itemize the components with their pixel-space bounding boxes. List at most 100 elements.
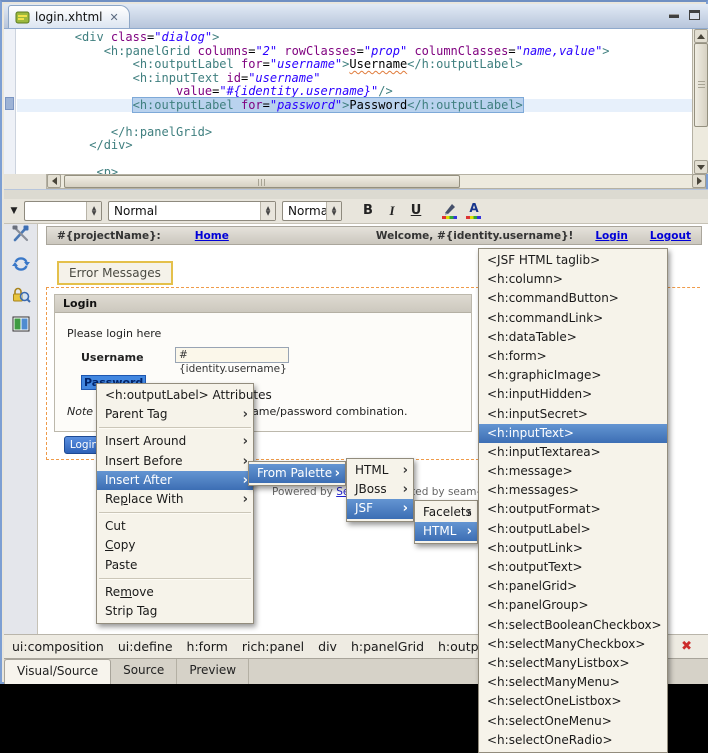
menu-item[interactable]: <h:selectManyCheckbox> xyxy=(479,635,667,654)
menu-item[interactable]: <h:panelGroup> xyxy=(479,596,667,615)
menu-item[interactable]: <h:outputLabel> Attributes xyxy=(97,386,272,405)
close-breadcrumb-icon[interactable]: ✖ xyxy=(681,639,692,654)
font-size-combo[interactable]: Normal ▲ ▼ xyxy=(282,201,342,221)
toolbar-menu-chevron-icon[interactable]: ▼ xyxy=(4,206,24,216)
menu-item[interactable]: <h:commandLink> xyxy=(479,309,667,328)
lock-search-icon[interactable] xyxy=(11,284,31,304)
menu-item[interactable]: <h:outputLink> xyxy=(479,539,667,558)
menu-item[interactable]: <h:selectOneRadio> xyxy=(479,731,667,750)
code-line[interactable]: <h:inputText id="username" xyxy=(17,71,692,86)
menu-item[interactable]: <h:messages> xyxy=(479,481,667,500)
editor-splitter-sash[interactable]: ▲ ▼ xyxy=(4,189,708,207)
menu-item[interactable]: JSF › xyxy=(347,499,413,519)
menu-item[interactable]: JBoss › xyxy=(347,480,413,499)
bold-button[interactable]: B xyxy=(356,201,380,221)
menu-item[interactable]: <h:outputLabel> xyxy=(479,520,667,539)
close-icon[interactable]: ✕ xyxy=(109,11,118,24)
highlight-pen-icon[interactable] xyxy=(438,201,462,221)
combo-stepper-icon[interactable]: ▲ ▼ xyxy=(260,202,275,220)
menu-item[interactable]: <h:message> xyxy=(479,462,667,481)
code-line[interactable]: <h:panelGrid columns="2" rowClasses="pro… xyxy=(17,44,692,59)
italic-button[interactable]: I xyxy=(380,201,404,221)
login-link[interactable]: Login xyxy=(595,230,628,242)
error-messages-placeholder[interactable]: Error Messages xyxy=(57,261,173,285)
menu-item[interactable]: <h:inputHidden> xyxy=(479,385,667,404)
mode-tab-preview[interactable]: Preview xyxy=(177,659,250,684)
menu-item[interactable]: <JSF HTML taglib> xyxy=(479,251,667,270)
menu-item[interactable]: <h:dataTable> xyxy=(479,328,667,347)
menu-item[interactable]: Cut xyxy=(97,517,253,536)
menu-item[interactable]: <h:selectBooleanCheckbox> xyxy=(479,616,667,635)
logout-link[interactable]: Logout xyxy=(650,230,691,242)
paragraph-format-combo[interactable]: Normal ▲ ▼ xyxy=(108,201,276,221)
code-line[interactable]: </div> xyxy=(17,138,692,153)
menu-item[interactable]: Insert Around › xyxy=(97,432,253,451)
menu-item[interactable]: <h:outputFormat> xyxy=(479,500,667,519)
menu-item[interactable]: <h:outputText> xyxy=(479,558,667,577)
menu-item[interactable]: Strip Tag xyxy=(97,602,253,621)
menu-item[interactable]: HTML › xyxy=(347,461,413,480)
menu-item[interactable]: Remove xyxy=(97,583,253,602)
code-line[interactable]: <p> xyxy=(17,165,692,174)
menu-item[interactable]: <h:selectManyMenu> xyxy=(479,673,667,692)
code-line[interactable] xyxy=(17,112,692,126)
code-line-selected[interactable]: <h:outputLabel for="password">Password</… xyxy=(17,96,692,113)
menu-item[interactable]: <h:panelGrid> xyxy=(479,577,667,596)
menu-item[interactable]: Parent Tag › xyxy=(97,405,253,424)
breadcrumb-item[interactable]: ui:composition xyxy=(12,639,104,654)
split-panels-icon[interactable] xyxy=(11,314,31,334)
combo-stepper-icon[interactable]: ▲ ▼ xyxy=(86,202,101,220)
scroll-up-arrow[interactable] xyxy=(694,29,708,43)
menu-item[interactable]: <h:inputSecret> xyxy=(479,405,667,424)
menu-item[interactable]: From Palette › xyxy=(249,464,345,484)
code-line[interactable]: value="#{identity.username}"/> xyxy=(17,84,692,99)
menu-item-label: <h:selectBooleanCheckbox> xyxy=(487,617,662,632)
vertical-scrollbar[interactable] xyxy=(692,29,708,174)
menu-item[interactable]: <h:inputText> xyxy=(479,423,667,443)
breadcrumb-item[interactable]: div xyxy=(318,639,337,654)
scroll-left-arrow[interactable] xyxy=(47,174,61,188)
menu-item[interactable]: <h:selectManyListbox> xyxy=(479,654,667,673)
menu-item[interactable]: <h:form> xyxy=(479,347,667,366)
style-class-combo[interactable]: ▲ ▼ xyxy=(24,201,102,221)
horizontal-scroll-thumb[interactable] xyxy=(64,175,460,188)
mode-tab-visual-source[interactable]: Visual/Source xyxy=(4,659,112,684)
code-line[interactable]: <div class="dialog"> xyxy=(17,30,692,45)
menu-item[interactable]: <h:column> xyxy=(479,270,667,289)
menu-item[interactable]: Insert Before › xyxy=(97,452,253,471)
minimize-icon[interactable] xyxy=(669,15,679,18)
preferences-tools-icon[interactable] xyxy=(11,224,31,244)
menu-item[interactable]: Facelets › xyxy=(415,503,477,522)
menu-item[interactable]: <h:commandButton> xyxy=(479,289,667,308)
code-line[interactable] xyxy=(17,153,692,167)
scroll-right-arrow[interactable] xyxy=(692,174,706,188)
breadcrumb-item[interactable]: ui:define xyxy=(118,639,173,654)
vertical-scroll-thumb[interactable] xyxy=(694,43,708,127)
combo-stepper-icon[interactable]: ▲ ▼ xyxy=(326,202,341,220)
menu-item[interactable]: Replace With › xyxy=(97,490,253,509)
menu-item[interactable]: Paste xyxy=(97,556,253,575)
home-link[interactable]: Home xyxy=(195,230,229,242)
code-line[interactable]: <h:outputLabel for="username">Username</… xyxy=(17,57,692,72)
breadcrumb-item[interactable]: h:panelGrid xyxy=(351,639,424,654)
menu-item[interactable]: Copy xyxy=(97,536,253,555)
mode-tab-source[interactable]: Source xyxy=(111,659,178,684)
breadcrumb-item[interactable]: h:form xyxy=(187,639,228,654)
tab-login-xhtml[interactable]: login.xhtml ✕ xyxy=(8,5,130,28)
scroll-down-arrow[interactable] xyxy=(694,160,708,174)
source-code[interactable]: <div class="dialog"> <h:panelGrid column… xyxy=(17,29,692,174)
horizontal-scrollbar[interactable] xyxy=(46,174,706,189)
username-input[interactable]: #{identity.username} xyxy=(175,347,289,375)
maximize-icon[interactable] xyxy=(689,10,700,20)
refresh-icon[interactable] xyxy=(11,254,31,274)
underline-button[interactable]: U xyxy=(404,201,428,221)
menu-item[interactable]: HTML › xyxy=(415,522,477,542)
menu-item[interactable]: <h:selectOneListbox> xyxy=(479,692,667,711)
menu-item[interactable]: <h:inputTextarea> xyxy=(479,443,667,462)
source-editor[interactable]: <div class="dialog"> <h:panelGrid column… xyxy=(4,28,708,174)
menu-item[interactable]: Insert After › xyxy=(97,470,253,490)
font-color-icon[interactable]: A xyxy=(462,201,486,221)
breadcrumb-item[interactable]: rich:panel xyxy=(242,639,304,654)
menu-item[interactable]: <h:graphicImage> xyxy=(479,366,667,385)
code-line[interactable]: </h:panelGrid> xyxy=(17,125,692,140)
